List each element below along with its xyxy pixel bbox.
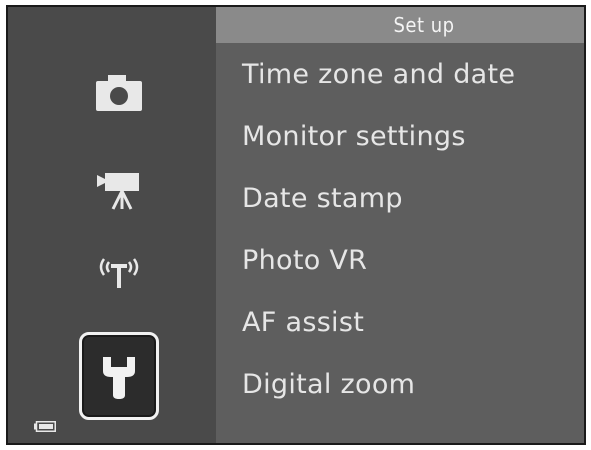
menu-item-monitor-settings[interactable]: Monitor settings [216, 105, 584, 167]
menu-item-label: Monitor settings [242, 120, 466, 152]
menu-item-time-zone-and-date[interactable]: Time zone and date [216, 43, 584, 105]
menu-panel: Set up Time zone and date Monitor settin… [216, 7, 584, 443]
menu-header: Set up [216, 7, 584, 43]
wireless-icon [96, 251, 142, 289]
menu-item-photo-vr[interactable]: Photo VR [216, 229, 584, 291]
battery-icon [34, 417, 56, 432]
sidebar-item-network[interactable] [81, 234, 157, 306]
menu-item-af-assist[interactable]: AF assist [216, 291, 584, 353]
wrench-icon [101, 353, 137, 399]
menu-item-label: AF assist [242, 306, 365, 338]
menu-item-label: Date stamp [242, 182, 403, 214]
menu-item-date-stamp[interactable]: Date stamp [216, 167, 584, 229]
setup-menu-list: Time zone and date Monitor settings Date… [216, 43, 584, 415]
menu-item-digital-zoom[interactable]: Digital zoom [216, 353, 584, 415]
menu-item-label: Digital zoom [242, 368, 416, 400]
movie-camera-icon [97, 171, 141, 211]
sidebar-item-setup[interactable] [79, 332, 159, 420]
camera-screen: Set up Time zone and date Monitor settin… [6, 5, 586, 445]
sidebar-item-shooting[interactable] [81, 57, 157, 129]
menu-item-label: Time zone and date [242, 58, 516, 90]
camera-icon [96, 75, 142, 111]
page-title: Set up [393, 13, 455, 37]
menu-item-label: Photo VR [242, 244, 368, 276]
sidebar-item-movie[interactable] [81, 155, 157, 227]
menu-sidebar [8, 7, 216, 443]
